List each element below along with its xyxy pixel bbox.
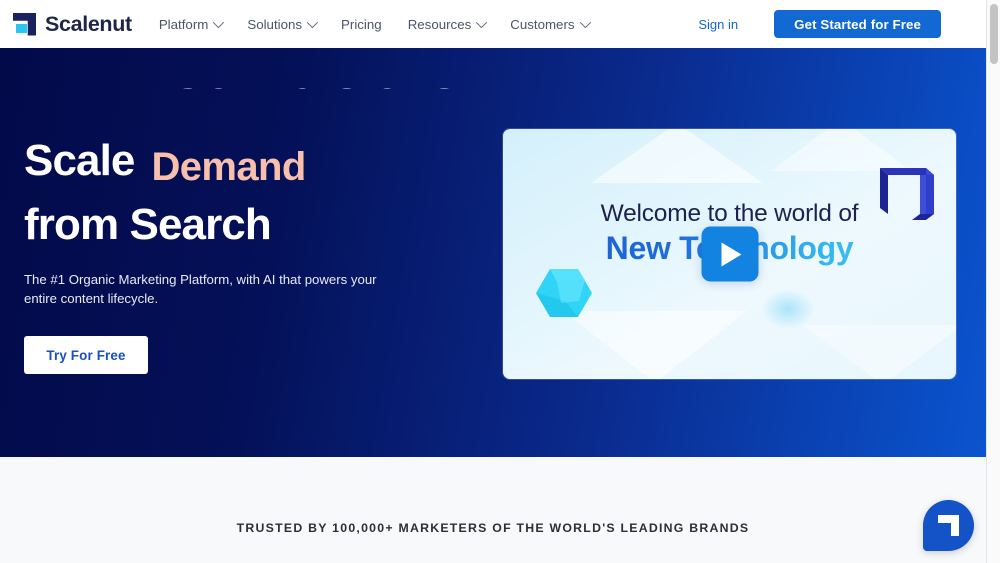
chevron-down-icon [213, 16, 225, 29]
chat-logo-bracket [938, 515, 959, 536]
nav-item-label: Pricing [341, 16, 382, 32]
nav-item-label: Platform [158, 16, 209, 32]
play-button[interactable] [701, 226, 758, 282]
decorative-triangle [803, 325, 956, 379]
vertical-scrollbar[interactable] [986, 0, 1000, 563]
chevron-down-icon [306, 16, 319, 29]
hero-copy-column: Conversions Scale Demand from Search The… [24, 48, 454, 374]
nav-item-customers[interactable]: Customers [510, 11, 591, 38]
nav-item-resources[interactable]: Resources [407, 11, 488, 38]
decorative-glow [761, 289, 815, 329]
hero-section: Conversions Scale Demand from Search The… [0, 48, 986, 457]
nav-item-label: Solutions [247, 16, 303, 32]
nav-item-label: Customers [510, 16, 575, 32]
logo-cyan-square [16, 23, 27, 33]
primary-nav: Platform Solutions Pricing Resources Cus… [158, 11, 591, 38]
trusted-by-section: TRUSTED BY 100,000+ MARKETERS OF THE WOR… [0, 457, 986, 563]
sign-in-link[interactable]: Sign in [698, 17, 738, 32]
scalenut-3d-logo-icon [880, 168, 934, 220]
chevron-down-icon [579, 16, 591, 29]
brand-logo-link[interactable]: Scalenut [13, 12, 132, 37]
headline-line-1: Scale Demand [24, 132, 454, 196]
headline-rotating-word: Demand [151, 145, 307, 189]
play-icon [721, 242, 742, 266]
scalenut-chat-bubble-icon [938, 515, 959, 536]
get-started-button[interactable]: Get Started for Free [774, 10, 941, 38]
headline-line-2: from Search [24, 200, 272, 249]
chat-widget-button[interactable] [923, 500, 974, 551]
hero-headline: Scale Demand from Search [24, 132, 454, 254]
top-navbar: Scalenut Platform Solutions Pricing Reso… [0, 0, 986, 48]
decorative-triangle [563, 311, 747, 379]
chevron-down-icon [476, 16, 488, 29]
hero-subtext: The #1 Organic Marketing Platform, with … [24, 272, 377, 306]
try-for-free-button[interactable]: Try For Free [24, 336, 148, 374]
decorative-triangle [591, 129, 763, 183]
brand-name: Scalenut [45, 11, 132, 36]
nav-item-label: Resources [407, 16, 472, 32]
headline-static-word: Scale [24, 136, 135, 185]
page-root: Scalenut Platform Solutions Pricing Reso… [0, 0, 1000, 563]
nav-item-solutions[interactable]: Solutions [247, 11, 319, 38]
trusted-by-text: TRUSTED BY 100,000+ MARKETERS OF THE WOR… [236, 521, 750, 535]
scalenut-logo-icon [13, 12, 36, 36]
nav-actions: Sign in Get Started for Free [698, 10, 941, 38]
nav-item-pricing[interactable]: Pricing [341, 11, 382, 38]
nav-item-platform[interactable]: Platform [158, 11, 225, 38]
scrollbar-thumb[interactable] [990, 4, 998, 64]
hero-video-card[interactable]: Welcome to the world of New Technology [503, 129, 956, 379]
rotator-outgoing-word: Conversions [169, 88, 454, 100]
cyan-crystal-icon [536, 269, 592, 317]
